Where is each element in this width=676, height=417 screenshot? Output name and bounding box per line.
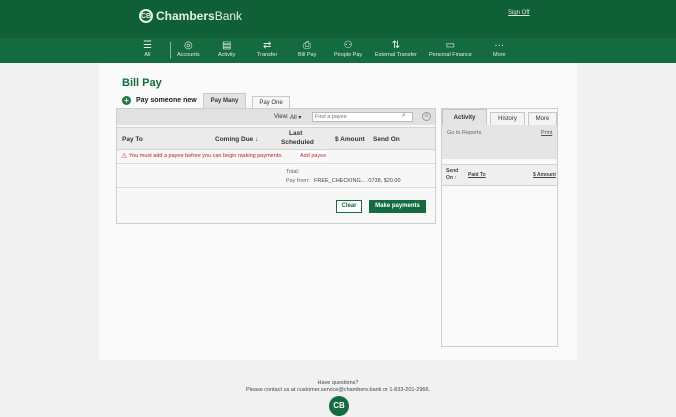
warning-message: You must add a payee before you can begi…	[129, 153, 283, 159]
footer-logo: CB	[329, 396, 349, 416]
table-header: Pay To Coming Due ↓ Last Scheduled $ Amo…	[117, 127, 435, 150]
nav-item-personal-finance[interactable]: ▭ Personal Finance	[429, 40, 472, 58]
nav-label: External Transfer	[375, 52, 417, 58]
col-send-on: Send On	[373, 136, 400, 143]
top-bar: CB Chambers Bank Sign Off	[0, 0, 676, 38]
brand-logo[interactable]: CB Chambers Bank	[139, 9, 242, 23]
sign-off-link[interactable]: Sign Off	[508, 10, 530, 16]
view-toolbar: View: All ▾ ⌕ ⚙	[117, 109, 435, 125]
print-link[interactable]: Print	[541, 130, 552, 136]
nav-label: All	[144, 52, 151, 58]
page-title: Bill Pay	[122, 77, 162, 89]
col-amount: $ Amount	[335, 136, 365, 143]
warning-row: ⚠ You must add a payee before you can be…	[117, 150, 435, 164]
nav-item-bill-pay[interactable]: ⎙ Bill Pay	[298, 40, 316, 58]
col-send-on-line1[interactable]: Send	[446, 168, 458, 174]
nav-item-external-transfer[interactable]: ⇅ External Transfer	[375, 40, 417, 58]
nav-label: Bill Pay	[298, 52, 317, 58]
search-icon[interactable]: ⌕	[402, 112, 406, 120]
col-last-scheduled-line1: Last	[289, 130, 303, 137]
settings-icon[interactable]: ⚙	[422, 112, 431, 121]
pay-from-label: Pay from:	[286, 178, 310, 184]
hamburger-icon: ☰	[143, 40, 152, 51]
nav-item-all[interactable]: ☰ All	[143, 40, 152, 58]
plus-icon: +	[122, 96, 131, 105]
brand-mark: CB	[139, 9, 153, 23]
nav-label: Personal Finance	[429, 52, 472, 58]
main-nav: ☰ All ◎ Accounts ▤ Activity ⇄ Transfer ⎙…	[0, 38, 676, 63]
tab-history[interactable]: History	[490, 112, 525, 125]
pay-many-panel: View: All ▾ ⌕ ⚙ Pay To Coming Due ↓ Last…	[116, 108, 436, 224]
col-paid-to[interactable]: Paid To	[468, 172, 486, 178]
activity-icon: ▤	[221, 40, 232, 51]
view-select[interactable]: All ▾	[290, 114, 301, 121]
view-label: View:	[274, 114, 289, 120]
tab-pay-one[interactable]: Pay One	[252, 96, 290, 108]
footer-question: Have questions?	[317, 380, 359, 386]
bill-pay-icon: ⎙	[303, 40, 312, 51]
activity-panel: Activity History More Go to Reports Prin…	[441, 108, 558, 347]
col-last-scheduled-line2: Scheduled	[281, 139, 314, 146]
more-icon: ···	[494, 40, 505, 51]
activity-panel-body: Go to Reports Print	[442, 125, 557, 159]
nav-item-people-pay[interactable]: ⚇ People Pay	[334, 40, 362, 58]
pay-from-account[interactable]: FREE_CHECKING... .0738, $20.00	[314, 178, 401, 184]
total-row: Total: Pay from: FREE_CHECKING... .0738,…	[117, 164, 435, 188]
tab-activity[interactable]: Activity	[442, 109, 487, 125]
nav-item-activity[interactable]: ▤ Activity	[218, 40, 235, 58]
external-transfer-icon: ⇅	[391, 40, 401, 51]
tab-pay-many[interactable]: Pay Many	[203, 93, 246, 108]
transfer-icon: ⇄	[262, 40, 272, 51]
brand-name: Chambers	[156, 9, 215, 23]
pay-someone-new-button[interactable]: + Pay someone new	[122, 96, 197, 105]
footer-contact: Please contact us at customer.service@ch…	[245, 387, 431, 393]
make-payments-button[interactable]: Make payments	[369, 200, 426, 213]
tab-more[interactable]: More	[528, 112, 557, 125]
clear-button[interactable]: Clear	[336, 200, 362, 213]
nav-item-transfer[interactable]: ⇄ Transfer	[257, 40, 277, 58]
brand-suffix: Bank	[214, 9, 243, 23]
col-pay-to[interactable]: Pay To	[122, 136, 143, 143]
personal-finance-icon: ▭	[445, 40, 456, 51]
go-to-reports-link[interactable]: Go to Reports	[447, 130, 481, 136]
total-label: Total:	[286, 169, 300, 175]
nav-label: More	[493, 52, 506, 58]
nav-label: Transfer	[257, 52, 278, 58]
people-pay-icon: ⚇	[343, 40, 353, 51]
nav-item-more[interactable]: ··· More	[493, 40, 506, 58]
nav-label: Activity	[218, 52, 236, 58]
nav-label: Accounts	[177, 52, 200, 58]
warning-icon: ⚠	[121, 153, 128, 160]
col-side-amount[interactable]: $ Amount	[533, 172, 556, 178]
col-coming-due[interactable]: Coming Due ↓	[215, 136, 258, 143]
nav-item-accounts[interactable]: ◎ Accounts	[177, 40, 200, 58]
find-payee-input[interactable]	[312, 112, 413, 122]
nav-label: People Pay	[334, 52, 363, 58]
nav-divider	[170, 42, 171, 59]
activity-table-header: Send On ↑ Paid To $ Amount	[442, 164, 557, 186]
add-payee-link[interactable]: Add payee	[298, 151, 329, 161]
accounts-icon: ◎	[183, 40, 193, 51]
pay-someone-new-label: Pay someone new	[136, 97, 197, 104]
col-send-on-line2[interactable]: On ↑	[446, 175, 457, 181]
